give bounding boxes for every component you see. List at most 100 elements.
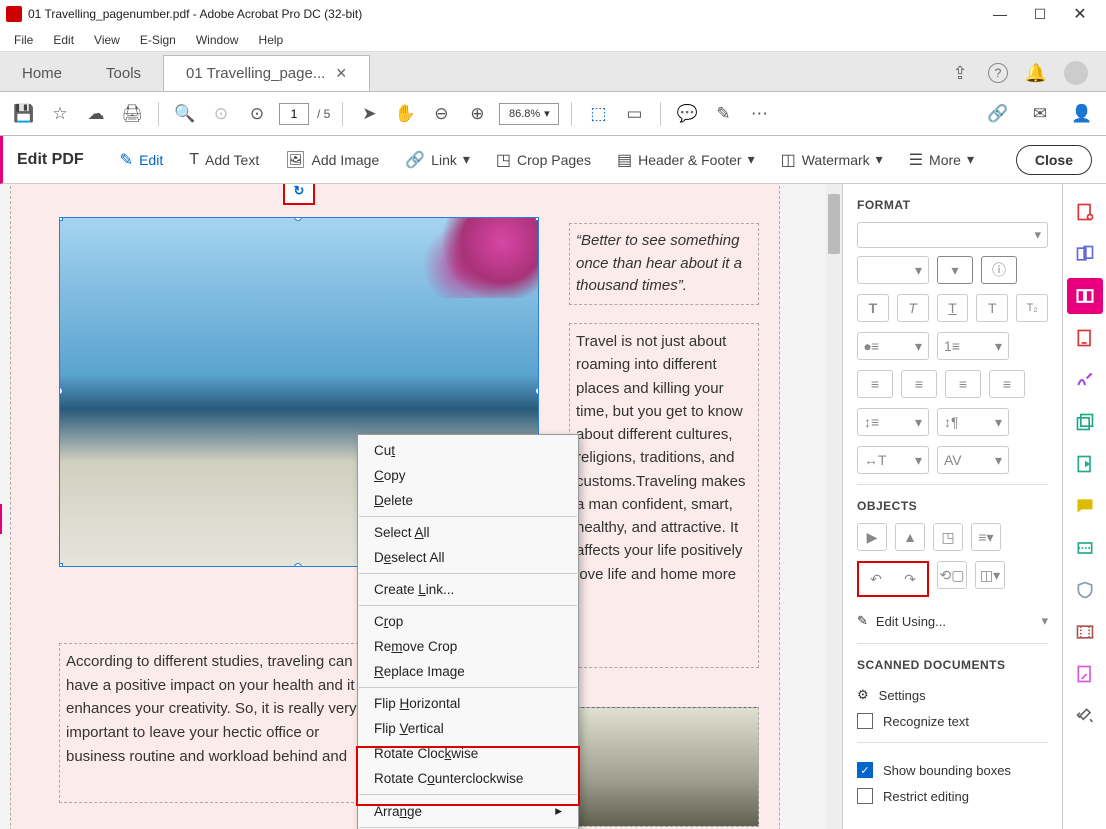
page-down-icon[interactable]: ⊙ <box>243 100 271 128</box>
ctx-arrange[interactable]: Arrange▸ <box>358 798 578 824</box>
crop-pages-button[interactable]: ◳Crop Pages <box>486 146 601 174</box>
ctx-crop[interactable]: Crop <box>358 609 578 634</box>
rail-organize-icon[interactable] <box>1067 404 1103 440</box>
align-left-button[interactable]: ≡ <box>857 370 893 398</box>
page-number-input[interactable] <box>279 103 309 125</box>
ctx-delete[interactable]: Delete <box>358 488 578 513</box>
ctx-cut[interactable]: Cut <box>358 438 578 463</box>
arrange-icon[interactable]: ≡▾ <box>971 523 1001 551</box>
vertical-scrollbar[interactable] <box>826 184 842 829</box>
text-info-button[interactable]: ⓘ <box>981 256 1017 284</box>
tab-document[interactable]: 01 Travelling_page... ✕ <box>163 55 370 91</box>
rail-create-pdf-icon[interactable] <box>1067 194 1103 230</box>
mail-icon[interactable]: ✉ <box>1026 100 1054 128</box>
bullet-list-button[interactable]: ⦁≡▾ <box>857 332 929 360</box>
more-button[interactable]: ☰More▾ <box>899 146 984 174</box>
tab-tools[interactable]: Tools <box>84 55 163 91</box>
underline-button[interactable]: T <box>937 294 969 322</box>
settings-button[interactable]: ⚙ Settings <box>857 682 1048 708</box>
rail-send-comments-icon[interactable] <box>1067 446 1103 482</box>
ctx-rotate-clockwise[interactable]: Rotate Clockwise <box>358 741 578 766</box>
maximize-button[interactable]: ☐ <box>1020 0 1060 28</box>
add-image-button[interactable]: 🖼Add Image <box>275 146 389 174</box>
second-image[interactable] <box>569 707 759 827</box>
tab-home[interactable]: Home <box>0 55 84 91</box>
italic-button[interactable]: T <box>897 294 929 322</box>
menu-help[interactable]: Help <box>249 31 294 49</box>
bold-button[interactable]: T <box>857 294 889 322</box>
rotate-ccw-icon[interactable]: ↶ <box>861 565 891 593</box>
ctx-rotate-counterclockwise[interactable]: Rotate Counterclockwise <box>358 766 578 791</box>
align-right-button[interactable]: ≡ <box>945 370 981 398</box>
ctx-flip-vertical[interactable]: Flip Vertical <box>358 716 578 741</box>
star-icon[interactable]: ☆ <box>46 100 74 128</box>
rail-combine-icon[interactable] <box>1067 236 1103 272</box>
user-avatar[interactable] <box>1064 61 1088 85</box>
hscale-dropdown[interactable]: ↔T▾ <box>857 446 929 474</box>
fit-width-icon[interactable]: ⬚ <box>584 100 612 128</box>
share-icon[interactable]: ⇪ <box>950 63 970 83</box>
cloud-icon[interactable]: ☁ <box>82 100 110 128</box>
rail-compress-icon[interactable] <box>1067 656 1103 692</box>
minimize-button[interactable]: — <box>980 0 1020 28</box>
menu-edit[interactable]: Edit <box>43 31 84 49</box>
print-icon[interactable]: 🖨 <box>118 100 146 128</box>
ctx-copy[interactable]: Copy <box>358 463 578 488</box>
add-text-button[interactable]: TAdd Text <box>179 147 269 173</box>
page-up-icon[interactable]: ⊙ <box>207 100 235 128</box>
crop-obj-icon[interactable]: ◳ <box>933 523 963 551</box>
replace-image-icon[interactable]: ⟲▢ <box>937 561 967 589</box>
hand-icon[interactable]: ✋ <box>391 100 419 128</box>
color-picker[interactable]: ▾ <box>937 256 973 284</box>
resize-handle-ml[interactable] <box>59 387 63 395</box>
resize-handle-tr[interactable] <box>535 217 539 221</box>
search-icon[interactable]: 🔍 <box>171 100 199 128</box>
close-window-button[interactable]: ✕ <box>1060 0 1100 28</box>
comment-icon[interactable]: 💬 <box>673 100 701 128</box>
tracking-dropdown[interactable]: AV▾ <box>937 446 1009 474</box>
help-icon[interactable]: ? <box>988 63 1008 83</box>
strike-button[interactable]: T <box>976 294 1008 322</box>
quote-text-box[interactable]: “Better to see something once than hear … <box>569 223 759 305</box>
profile-icon[interactable]: 👤 <box>1068 100 1096 128</box>
number-list-button[interactable]: 1≡▾ <box>937 332 1009 360</box>
resize-handle-tl[interactable] <box>59 217 63 221</box>
rail-video-icon[interactable] <box>1067 614 1103 650</box>
page-display-icon[interactable]: ▭ <box>620 100 648 128</box>
flip-h-icon[interactable]: ▶ <box>857 523 887 551</box>
zoom-out-icon[interactable]: ⊖ <box>427 100 455 128</box>
resize-handle-tc[interactable] <box>294 217 302 221</box>
rail-protect-icon[interactable] <box>1067 572 1103 608</box>
rail-scan-icon[interactable] <box>1067 530 1103 566</box>
ctx-deselect-all[interactable]: Deselect All <box>358 545 578 570</box>
ctx-replace-image[interactable]: Replace Image <box>358 659 578 684</box>
ctx-select-all[interactable]: Select All <box>358 520 578 545</box>
zoom-in-icon[interactable]: ⊕ <box>463 100 491 128</box>
align-obj-icon[interactable]: ◫▾ <box>975 561 1005 589</box>
show-bounding-boxes-checkbox[interactable]: ✓ Show bounding boxes <box>857 757 1048 783</box>
bell-icon[interactable]: 🔔 <box>1026 63 1046 83</box>
rotate-handle[interactable]: ↻ <box>283 184 315 205</box>
body-text-box-2[interactable]: According to different studies, travelin… <box>59 643 369 803</box>
align-justify-button[interactable]: ≡ <box>989 370 1025 398</box>
rail-sign-icon[interactable] <box>1067 362 1103 398</box>
menu-view[interactable]: View <box>84 31 130 49</box>
document-area[interactable]: ↻ “Better to see something once than hea… <box>0 184 842 829</box>
font-size-dropdown[interactable]: ▾ <box>857 256 929 284</box>
link-tool-icon[interactable]: 🔗 <box>984 100 1012 128</box>
watermark-button[interactable]: ◫Watermark▾ <box>771 146 893 174</box>
menu-file[interactable]: File <box>4 31 43 49</box>
superscript-button[interactable]: T₂ <box>1016 294 1048 322</box>
close-tab-icon[interactable]: ✕ <box>335 65 347 82</box>
recognize-text-checkbox[interactable]: Recognize text <box>857 708 1048 734</box>
ctx-create-link[interactable]: Create Link... <box>358 577 578 602</box>
ctx-remove-crop[interactable]: Remove Crop <box>358 634 578 659</box>
rail-edit-pdf-icon[interactable] <box>1067 278 1103 314</box>
ctx-flip-horizontal[interactable]: Flip Horizontal <box>358 691 578 716</box>
line-spacing-dropdown[interactable]: ↕≡▾ <box>857 408 929 436</box>
font-family-dropdown[interactable]: ▾ <box>857 222 1048 248</box>
save-icon[interactable]: 💾 <box>10 100 38 128</box>
menu-window[interactable]: Window <box>186 31 249 49</box>
edit-button[interactable]: ✎Edit <box>110 146 174 174</box>
more-tools-icon[interactable]: ⋯ <box>745 100 773 128</box>
